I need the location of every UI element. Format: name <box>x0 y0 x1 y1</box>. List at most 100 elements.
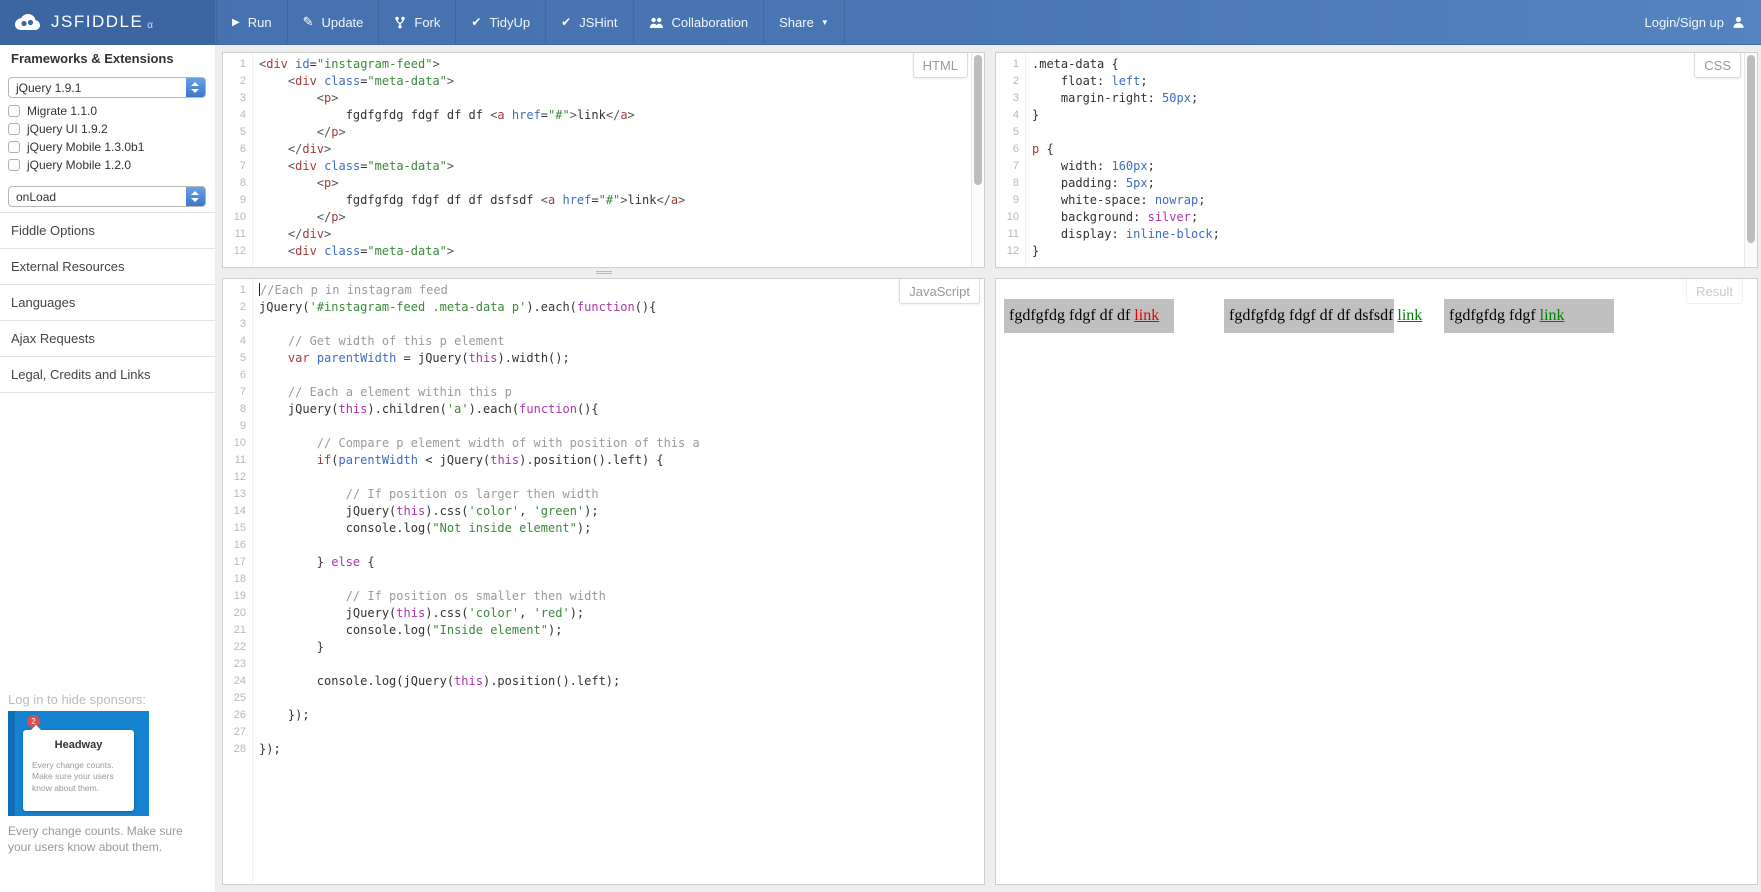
code-line: } else { <box>259 555 375 569</box>
result-panel: fgdfgfdg fdgf df df link fgdfgfdg fdgf df… <box>995 278 1758 885</box>
html-editor[interactable]: 1 2 3 4 5 6 7 8 9 10 11 12 <div id="instagram-feed">… <box>223 53 984 267</box>
code-line: }); <box>259 742 281 756</box>
nav-button-fork[interactable]: Fork <box>379 0 457 44</box>
caret-down-icon: ▼ <box>820 17 829 27</box>
extension-checkbox[interactable] <box>8 141 20 153</box>
code-line: } <box>1032 244 1040 258</box>
extension-label: jQuery Mobile 1.3.0b1 <box>27 140 145 154</box>
css-scrollbar[interactable] <box>1744 53 1757 267</box>
panel-resize-handle[interactable] <box>596 270 612 275</box>
code-line: background: silver; <box>1032 210 1199 224</box>
code-line: jQuery(this).css('color', 'red'); <box>259 606 585 620</box>
extension-checkbox[interactable] <box>8 159 20 171</box>
framework-select-value: jQuery 1.9.1 <box>16 81 82 95</box>
html-panel-badge: HTML <box>912 53 968 78</box>
nav-button-collaboration[interactable]: Collaboration <box>634 0 765 44</box>
nav-button-label: JSHint <box>579 14 618 30</box>
code-line: console.log("Inside element"); <box>259 623 563 637</box>
check-icon: ✔ <box>561 15 572 29</box>
pencil-icon: ✎ <box>302 14 314 29</box>
line-number-gutter: 1 2 3 4 5 6 7 8 9 10 11 12 13 14 15 16 17 18 19 20 21 22 23 24 2… <box>223 279 253 884</box>
code-lines: .meta-data { float: left; margin-right: … <box>1027 56 1757 260</box>
code-line: padding: 5px; <box>1032 176 1155 190</box>
extension-label: jQuery Mobile 1.2.0 <box>27 158 132 172</box>
play-icon: ▶ <box>232 16 240 28</box>
sidebar-section-languages[interactable]: Languages <box>0 284 215 320</box>
ad-title: Headway <box>54 739 103 751</box>
css-panel-badge: CSS <box>1694 53 1741 78</box>
code-line: console.log(jQuery(this).position().left… <box>259 674 621 688</box>
code-line: var parentWidth = jQuery(this).width(); <box>287 351 570 365</box>
result-link[interactable]: link <box>1134 307 1159 324</box>
code-line: }); <box>259 708 310 722</box>
frameworks-heading: Frameworks & Extensions <box>11 51 174 66</box>
nav-button-update[interactable]: ✎ Update <box>288 0 380 44</box>
code-line: // Get width of this p element <box>287 334 505 348</box>
code-line: <div id="instagram-feed"> <box>259 57 440 71</box>
extension-checkbox[interactable] <box>8 123 20 135</box>
nav-button-label: Share <box>779 14 814 30</box>
code-line: fgdfgfdg fdgf df df dsfsdf <a href="#">l… <box>259 193 686 207</box>
nav-button-label: Fork <box>414 14 441 30</box>
result-panel-badge: Result <box>1686 279 1743 304</box>
css-editor[interactable]: 1 2 3 4 5 6 7 8 9 10 11 12 .meta-data { float: left;… <box>996 53 1757 267</box>
code-line: p { <box>1032 142 1054 156</box>
extension-checkbox[interactable] <box>8 105 20 117</box>
logo-text: JSFIDDLE <box>51 12 144 31</box>
select-arrows-icon <box>186 78 205 97</box>
code-line: jQuery(this).children('a').each(function… <box>259 402 599 416</box>
sponsor-ad[interactable]: 2 Headway Every change counts. Make sure… <box>8 711 149 816</box>
code-line: width: 160px; <box>1032 159 1155 173</box>
nav-button-tidyup[interactable]: ✔ TidyUp <box>456 0 547 44</box>
cloud-logo-icon <box>15 14 40 30</box>
result-link[interactable]: link <box>1540 307 1565 324</box>
ad-body: Every change counts. Make sure your user… <box>32 760 114 793</box>
fork-icon <box>394 16 406 29</box>
extensions-list: Migrate 1.1.0 jQuery UI 1.9.2 jQuery Mobil… <box>8 102 144 174</box>
nav-button-run[interactable]: ▶ Run <box>216 0 288 44</box>
user-icon <box>1733 16 1744 28</box>
sidebar-section-ajax-requests[interactable]: Ajax Requests <box>0 320 215 356</box>
sponsor-note: Log in to hide sponsors: <box>8 692 147 707</box>
javascript-panel: 1 2 3 4 5 6 7 8 9 10 11 12 13 14 15 16 17 18 19 20 21 22 23 24 2… <box>222 278 985 885</box>
ad-caption: Every change counts. Make sure your user… <box>8 824 183 854</box>
code-line: // Compare p element width of with posit… <box>316 436 700 450</box>
code-line: <div class="meta-data"> <box>287 244 455 258</box>
code-line: </div> <box>287 142 332 156</box>
code-line: display: inline-block; <box>1032 227 1220 241</box>
javascript-editor[interactable]: 1 2 3 4 5 6 7 8 9 10 11 12 13 14 15 16 17 18 19 20 21 22 23 24 2… <box>223 279 984 884</box>
extension-label: jQuery UI 1.9.2 <box>27 122 108 136</box>
result-link[interactable]: link <box>1397 307 1422 324</box>
html-scrollbar[interactable] <box>971 53 984 267</box>
sidebar-section-fiddle-options[interactable]: Fiddle Options <box>0 212 215 248</box>
line-number-gutter: 1 2 3 4 5 6 7 8 9 10 11 12 <box>223 53 253 267</box>
onload-select-value: onLoad <box>16 190 57 204</box>
navbar: JSFIDDLE α ▶ Run ✎ Update Fork ✔ TidyUp ✔ JSHint… <box>0 0 1761 45</box>
nav-button-share[interactable]: Share ▼ <box>764 0 845 44</box>
sidebar-section-legal-credits-and-links[interactable]: Legal, Credits and Links <box>0 356 215 392</box>
code-line: <div class="meta-data"> <box>287 74 455 88</box>
code-line: float: left; <box>1032 74 1148 88</box>
code-line: <p> <box>316 176 339 190</box>
login-button[interactable]: Login/Sign up <box>1644 0 1745 44</box>
code-line: fgdfgfdg fdgf df df <a href="#">link</a> <box>259 108 635 122</box>
code-line: jQuery('#instagram-feed .meta-data p').e… <box>259 300 657 314</box>
jsfiddle-logo[interactable]: JSFIDDLE α <box>0 0 215 44</box>
code-line: margin-right: 50px; <box>1032 91 1199 105</box>
nav-button-jshint[interactable]: ✔ JSHint <box>546 0 634 44</box>
onload-select[interactable]: onLoad <box>8 186 206 207</box>
code-line: //Each p in instagram feed <box>259 283 448 297</box>
framework-select[interactable]: jQuery 1.9.1 <box>8 77 206 98</box>
extension-row: jQuery Mobile 1.3.0b1 <box>8 138 144 156</box>
sidebar-section-external-resources[interactable]: External Resources <box>0 248 215 284</box>
ad-popup-card: Headway Every change counts. Make sure y… <box>23 725 134 811</box>
line-number-gutter: 1 2 3 4 5 6 7 8 9 10 11 12 <box>996 53 1026 267</box>
code-line: <div class="meta-data"> <box>287 159 455 173</box>
code-line: if(parentWidth < jQuery(this).position()… <box>316 453 664 467</box>
